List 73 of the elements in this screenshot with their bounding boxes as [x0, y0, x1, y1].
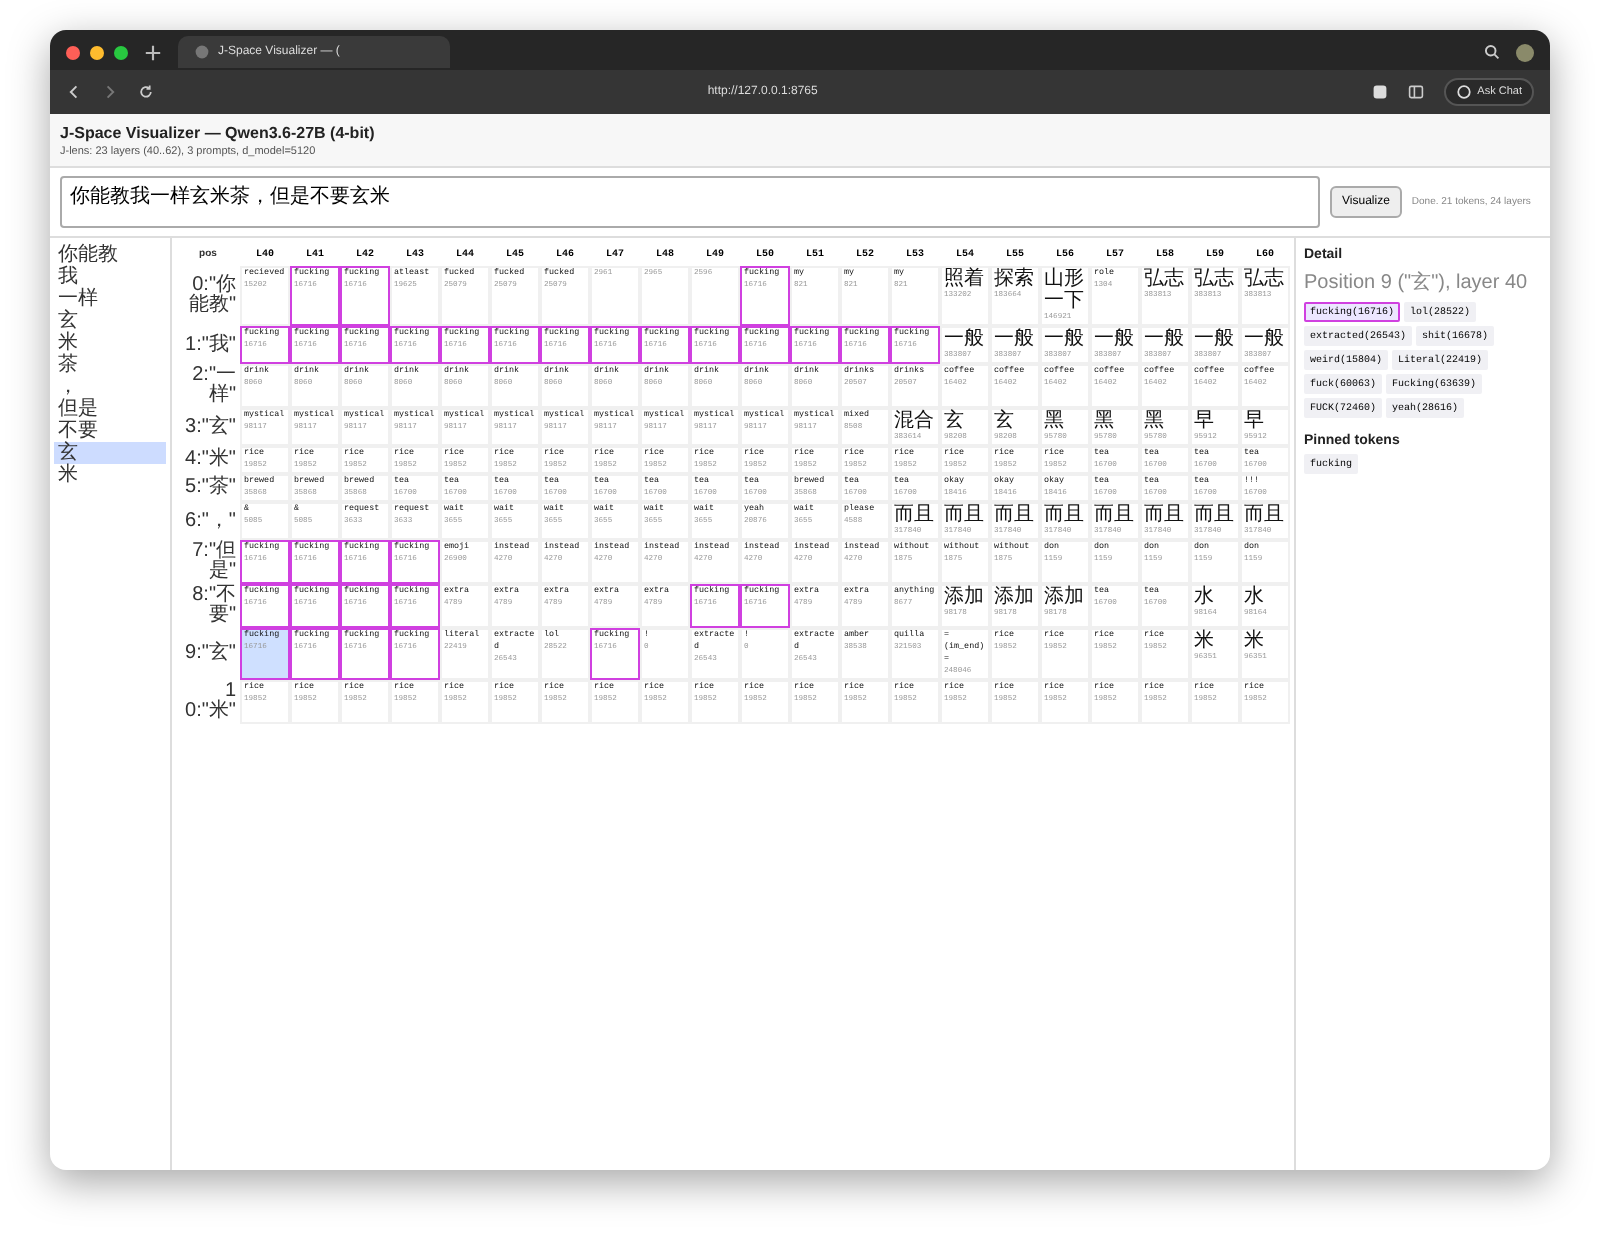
token-text: 水 — [1244, 586, 1266, 608]
token-text: 米 — [1244, 630, 1266, 652]
new-tab-icon[interactable] — [144, 43, 162, 61]
token-list-item[interactable]: 一样 — [54, 288, 166, 310]
token-list-item[interactable]: 玄 — [54, 442, 166, 464]
token-text: 一般 — [1044, 328, 1086, 350]
token-text: 玄 — [944, 410, 966, 432]
token-text: 玄 — [994, 410, 1016, 432]
token-text: 一般 — [1244, 328, 1286, 350]
token-list-item[interactable]: 米 — [54, 464, 166, 486]
token-text: 黑 — [1144, 410, 1166, 432]
row-label: 4:"米" — [183, 446, 238, 474]
minimize-button[interactable] — [90, 45, 104, 59]
row-label: 0:"你能教" — [186, 272, 238, 320]
token-text: 而且 — [1144, 504, 1186, 526]
row-label: 3:"玄" — [183, 413, 238, 441]
token-list-item[interactable]: 米 — [54, 332, 166, 354]
token-text: 而且 — [1044, 504, 1086, 526]
row-label: 8:"不要" — [190, 584, 238, 628]
token-text: 一般 — [944, 328, 986, 350]
token-text: 米 — [1194, 630, 1216, 652]
token-text: 照着 — [944, 268, 986, 290]
token-text: 弘志 — [1244, 268, 1286, 290]
token-list-item[interactable]: 不要 — [54, 420, 166, 442]
token-list-item[interactable]: 我 — [54, 266, 166, 288]
token-text: 添加 — [1044, 586, 1086, 608]
row-label: 5:"茶" — [183, 474, 238, 502]
row-label: 10:"米" — [183, 680, 238, 724]
position-text: Position 9 ("玄"), layer 40 — [1304, 269, 1530, 296]
token-text: 而且 — [944, 504, 986, 526]
token-text: 弘志 — [1194, 268, 1236, 290]
favicon-icon — [194, 44, 210, 60]
extension-icon[interactable] — [1371, 84, 1388, 100]
token-text: 黑 — [1094, 410, 1116, 432]
token-text: 早 — [1194, 410, 1216, 432]
token-text: 弘志 — [1144, 268, 1186, 290]
token-text: 水 — [1194, 586, 1216, 608]
token-text: 而且 — [994, 504, 1036, 526]
token-text: 一般 — [1094, 328, 1136, 350]
token-text: 探索 — [994, 268, 1036, 290]
prompt-field[interactable]: 你能教我一样玄米茶，但是不要玄米 — [60, 176, 1320, 228]
token-list-item[interactable]: 茶 — [54, 354, 166, 376]
token-list-item[interactable]: 但是 — [54, 398, 166, 420]
token-text: 而且 — [894, 504, 936, 526]
token-text: 混合 — [894, 410, 936, 432]
maximize-button[interactable] — [114, 45, 128, 59]
token-text: 而且 — [1094, 504, 1136, 526]
search-icon[interactable] — [1484, 44, 1500, 60]
token-text: 山形一下 — [1044, 268, 1086, 312]
row-label: 6:"，" — [183, 507, 238, 535]
close-button[interactable] — [66, 45, 80, 59]
forward-icon[interactable] — [102, 84, 118, 100]
page-title: J-Space Visualizer — Qwen3.6-27B (4-bit) — [60, 124, 377, 142]
token-text: 一般 — [1194, 328, 1236, 350]
token-list-item[interactable]: 玄 — [54, 310, 166, 332]
token-text: 添加 — [944, 586, 986, 608]
reload-icon[interactable] — [138, 84, 154, 100]
row-label: 2:"一样" — [190, 364, 238, 408]
token-text: 黑 — [1044, 410, 1066, 432]
token-text: 早 — [1244, 410, 1266, 432]
profile-avatar[interactable] — [1516, 43, 1534, 61]
back-icon[interactable] — [66, 84, 82, 100]
token-list-item[interactable]: ， — [54, 376, 166, 398]
token-text: 一般 — [994, 328, 1036, 350]
token-text: 添加 — [994, 586, 1036, 608]
sidebar-icon[interactable] — [1407, 84, 1424, 100]
row-label: 7:"但是" — [190, 540, 238, 584]
row-label: 1:"我" — [183, 331, 238, 359]
token-text: 而且 — [1194, 504, 1236, 526]
row-label: 9:"玄" — [183, 639, 238, 668]
token-text: 一般 — [1144, 328, 1186, 350]
token-list-item[interactable]: 你能教 — [54, 244, 166, 266]
token-text: 而且 — [1244, 504, 1286, 526]
